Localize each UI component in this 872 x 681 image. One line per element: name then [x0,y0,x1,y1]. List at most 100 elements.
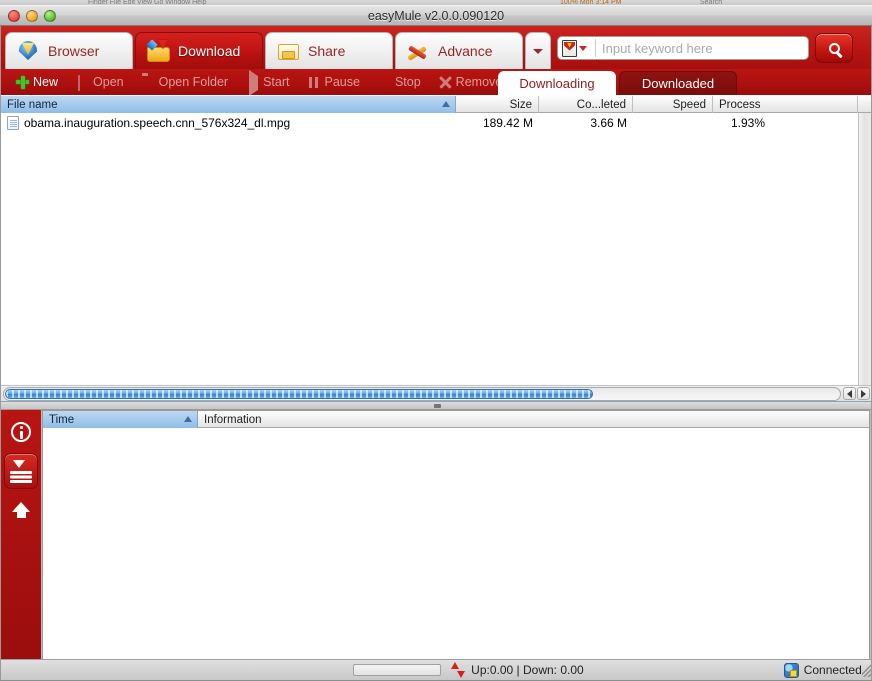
open-folder-button[interactable]: Open Folder [133,71,237,93]
scroll-left-button[interactable] [843,387,856,400]
column-header-time[interactable]: Time [43,411,198,428]
column-header-information[interactable]: Information [198,411,863,428]
download-badge-icon [146,39,158,51]
arrow-right-icon [861,389,866,398]
hscroll-track[interactable] [3,386,841,401]
tab-advance-label: Advance [438,43,493,59]
file-size-cell: 189.42 M [482,115,533,130]
search-area [557,33,860,63]
tab-advance[interactable]: Advance [395,32,523,69]
column-header-process[interactable]: Process [713,96,858,113]
window-title: easyMule v2.0.0.090120 [367,8,505,23]
new-button[interactable]: New [7,71,67,93]
resize-grip-icon[interactable] [861,663,871,677]
pause-button[interactable]: Pause [299,71,369,93]
transfer-rate-label: Up:0.00 | Down: 0.00 [471,663,584,677]
client-area: Browser Download Share Advance Input key… [0,26,872,681]
start-button[interactable]: Start [237,69,298,96]
search-box[interactable] [557,36,809,60]
upload-arrow-icon [10,499,32,521]
document-icon [78,74,81,91]
download-list-icon [10,460,32,482]
browser-shield-icon [16,40,40,62]
column-header-file-name-label: File name [7,98,58,111]
main-tab-bar: Browser Download Share Advance [1,26,871,69]
sidebar-item-info[interactable] [5,415,37,449]
search-magnifier-icon [828,42,840,54]
file-name-cell: obama.inauguration.speech.cnn_576x324_dl… [24,115,291,130]
column-header-completed-label: Co...leted [576,98,626,111]
column-header-size-label: Size [509,98,532,111]
search-input[interactable] [596,37,808,59]
download-folder-icon [146,39,170,62]
tab-browser-label: Browser [48,43,100,59]
sidebar-item-download[interactable] [5,454,37,488]
left-sidebar [1,410,41,680]
plus-icon [16,75,29,89]
chevron-down-icon [579,45,587,51]
stop-button-label: Stop [394,75,421,89]
advance-tools-icon [406,40,430,62]
sort-ascending-icon [442,101,450,107]
tab-share-label: Share [308,43,346,59]
up-down-arrows-icon [450,662,466,678]
search-source-button[interactable] [558,39,595,57]
column-header-completed[interactable]: Co...leted [539,96,633,113]
tab-download-label: Download [178,43,241,59]
tab-overflow-button[interactable] [525,32,551,69]
new-button-label: New [33,75,59,89]
status-bar: Up:0.00 | Down: 0.00 Connected [1,659,871,680]
column-header-process-label: Process [719,98,761,111]
column-header-speed[interactable]: Speed [633,96,713,113]
scroll-right-button[interactable] [857,387,870,400]
search-button[interactable] [815,33,853,63]
log-header: Time Information [43,411,869,428]
file-document-icon [7,115,19,130]
tab-download[interactable]: Download [135,32,263,69]
bottom-section: Time Information [1,410,871,680]
splitter-grip-icon [433,403,441,408]
application-window: Finder File Edit View Go Window Help 100… [0,0,872,681]
arrow-left-icon [847,389,852,398]
hscroll-thumb[interactable] [5,388,593,399]
share-tray-icon [276,40,300,62]
open-button[interactable]: Open [67,71,133,93]
file-list-header: File name Size Co...leted Speed Process [1,96,871,113]
tab-downloaded-label: Downloaded [641,76,715,91]
stop-button[interactable]: Stop [369,71,430,93]
play-icon [249,69,259,96]
file-list-horizontal-scrollbar[interactable] [1,385,871,401]
table-row[interactable]: obama.inauguration.speech.cnn_576x324_dl… [1,113,871,132]
column-header-information-label: Information [204,413,262,426]
info-circle-icon [11,422,31,442]
close-x-icon [439,76,452,89]
tab-downloading[interactable]: Downloading [498,71,616,95]
sidebar-item-upload[interactable] [5,493,37,527]
title-bar[interactable]: easyMule v2.0.0.090120 [0,5,872,26]
column-header-size[interactable]: Size [456,96,539,113]
file-process-cell: 1.93% [731,115,766,130]
file-list-vertical-scrollbar[interactable] [858,113,871,385]
tab-share[interactable]: Share [265,32,393,69]
network-globe-icon [783,662,799,678]
download-list-panel: File name Size Co...leted Speed Process [1,95,871,401]
tab-downloaded[interactable]: Downloaded [619,71,737,95]
log-panel: Time Information [42,410,870,680]
open-button-label: Open [93,75,124,89]
pause-button-label: Pause [324,75,360,89]
file-list-body: obama.inauguration.speech.cnn_576x324_dl… [1,113,871,132]
tab-downloading-label: Downloading [519,76,595,91]
panel-splitter[interactable] [1,401,871,410]
chevron-down-icon [533,48,543,54]
connection-status-label: Connected [803,663,862,677]
column-header-time-label: Time [49,413,75,426]
emule-logo-icon [562,39,577,57]
hscroll-arrows [843,387,871,400]
pause-icon [308,76,321,89]
tab-browser[interactable]: Browser [5,32,133,69]
column-header-speed-label: Speed [672,98,706,111]
column-header-file-name[interactable]: File name [1,96,456,113]
remove-button-label: Remove [455,75,503,89]
start-button-label: Start [263,75,290,89]
sub-tab-bar: Downloading Downloaded [498,69,871,95]
